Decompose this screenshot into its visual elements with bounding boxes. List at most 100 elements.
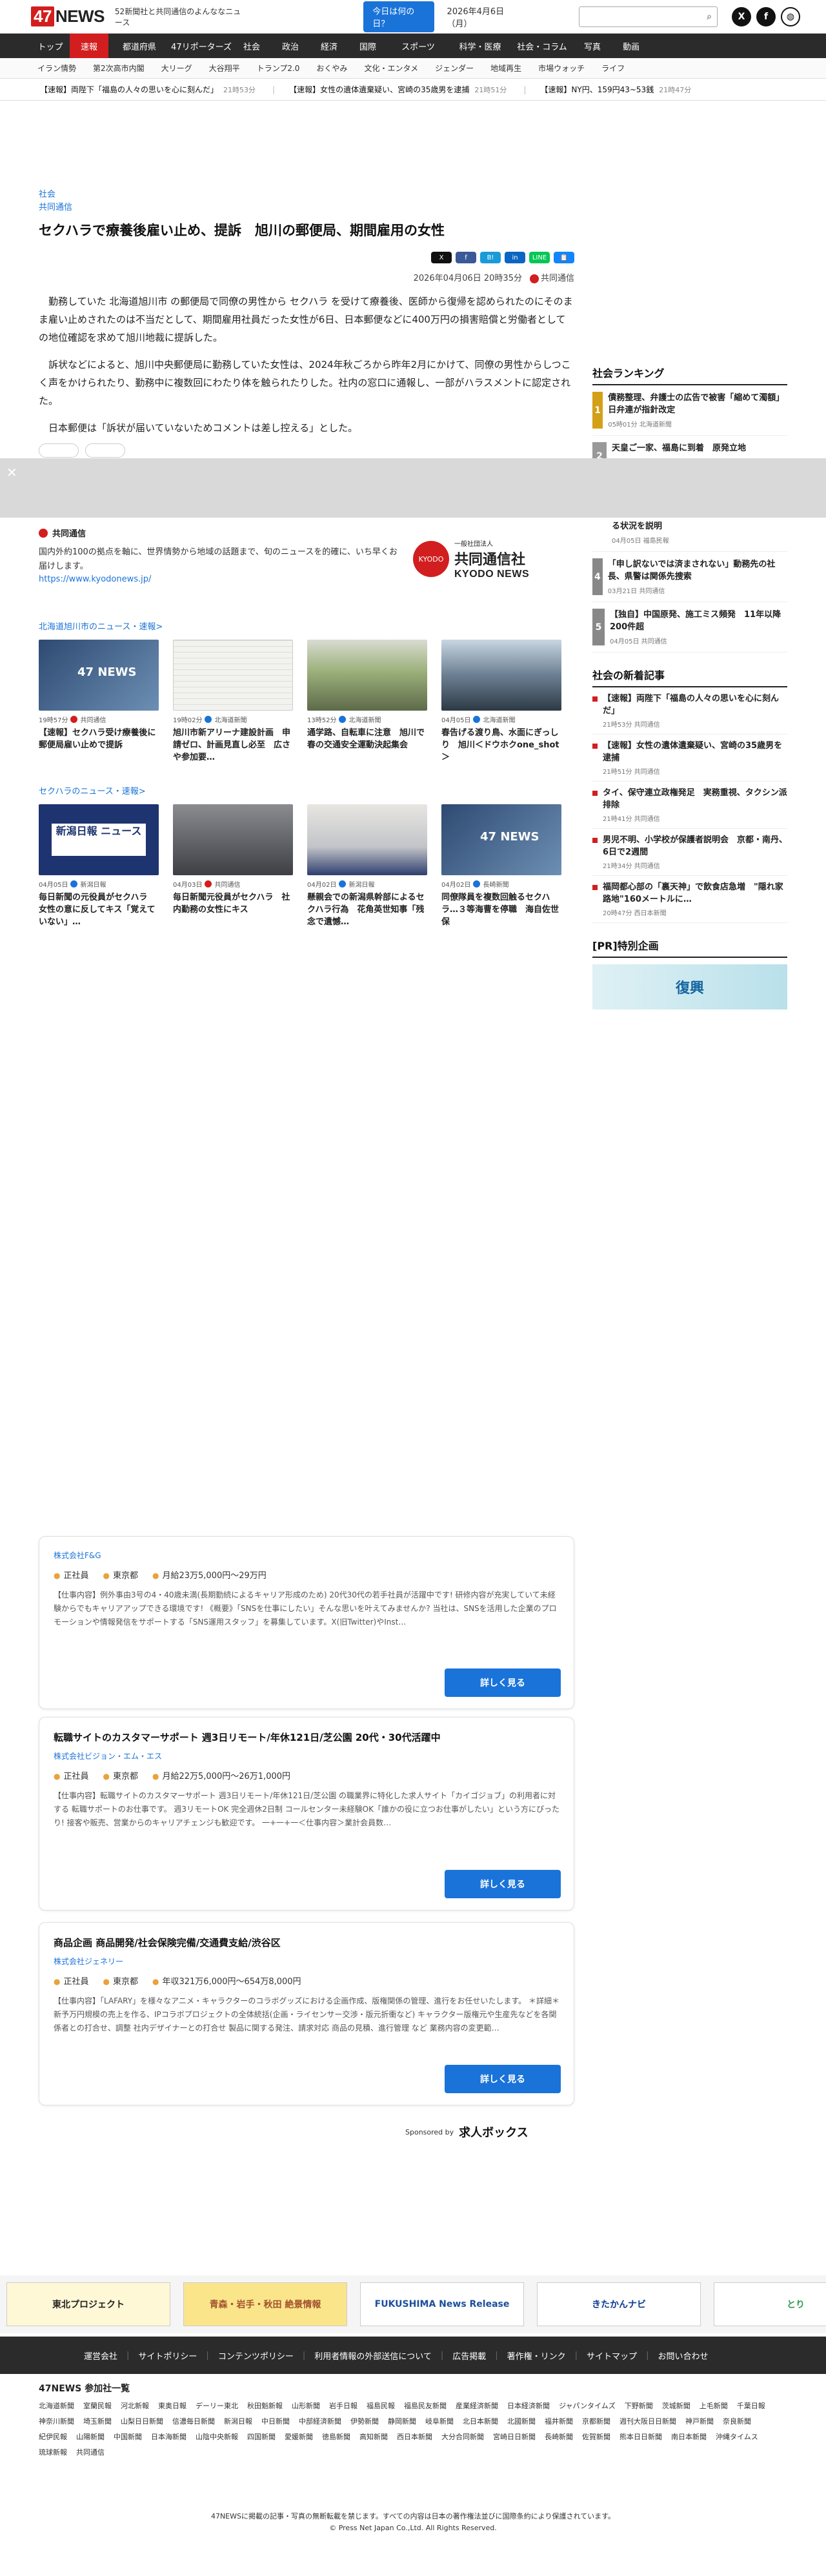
nav-society[interactable]: 社会	[232, 34, 271, 58]
news-card[interactable]: 04月03日 共同通信 毎日新聞元役員がセクハラ 社内勤務の女性にキス	[173, 804, 293, 928]
partner-link[interactable]: 佐賀新聞	[582, 2433, 610, 2441]
subnav-item[interactable]: ライフ	[601, 63, 625, 74]
banner[interactable]: とり	[714, 2282, 826, 2326]
nav-photo[interactable]: 写真	[573, 34, 612, 58]
search-input[interactable]: ⌕	[578, 6, 718, 27]
footer-link[interactable]: 広告掲載	[452, 2349, 486, 2362]
job-details-button[interactable]: 詳しく見る	[445, 2065, 561, 2093]
news-card[interactable]: 47 NEWS 19時57分 共同通信 【速報】セクハラ受け療養後に郵便局雇い止め…	[39, 640, 159, 764]
ranking-title[interactable]: 債務整理、弁護士の広告で被害「縮めて濁額」日弁連が指針改定	[608, 392, 787, 416]
partner-link[interactable]: 千葉日報	[737, 2402, 765, 2410]
card-thumbnail[interactable]: 新潟日報 ニュース	[39, 804, 159, 875]
partner-link[interactable]: 産業経済新聞	[456, 2402, 498, 2410]
ticker-item[interactable]: 【速報】両陛下「福島の人々の思いを心に刻んだ」	[40, 84, 218, 95]
partner-link[interactable]: 日本海新聞	[151, 2433, 186, 2441]
subnav-item[interactable]: おくやみ	[316, 63, 347, 74]
ranking-title[interactable]: 【独自】中国原発、施工ミス頻発 11年以降200件超	[610, 609, 787, 633]
newest-item[interactable]: 【速報】女性の遺体遺棄疑い、宮崎の35歳男を逮捕 21時51分 共同通信	[592, 735, 787, 782]
subnav-item[interactable]: 文化・エンタメ	[364, 63, 418, 74]
ranking-item[interactable]: 4 「申し訳ないでは済まされない」動務先の社長、県警は関係先捜索 03月21日 …	[592, 552, 787, 602]
search-icon[interactable]: ⌕	[707, 12, 712, 22]
partner-link[interactable]: 山陽新聞	[76, 2433, 105, 2441]
newest-item[interactable]: タイ、保守連立政権発足 実務重視、タクシン派排除 21時41分 共同通信	[592, 782, 787, 829]
kyujin-box-logo[interactable]: 求人ボックス	[459, 2124, 528, 2140]
share-linkedin-button[interactable]: in	[505, 252, 525, 263]
nav-economy[interactable]: 経済	[310, 34, 348, 58]
partner-link[interactable]: 中部経済新聞	[299, 2417, 341, 2426]
card-title[interactable]: 【速報】セクハラ受け療養後に郵便局雇い止めで提訴	[39, 727, 159, 764]
job-card[interactable]: 株式会社F&G 正社員 東京都 月給23万5,000円〜29万円 【仕事内容】例外事…	[39, 1536, 574, 1709]
subnav-item[interactable]: 市場ウォッチ	[538, 63, 585, 74]
card-thumbnail[interactable]	[173, 804, 293, 875]
banner[interactable]: 東北プロジェクト	[6, 2282, 170, 2326]
newest-title[interactable]: 男児不明、小学校が保護者説明会 京都・南丹、6日で2週間	[603, 834, 787, 858]
partner-link[interactable]: 徳島新聞	[322, 2433, 350, 2441]
partner-link[interactable]: 琉球新報	[39, 2448, 67, 2457]
newest-title[interactable]: 福岡都心部の「裏天神」で飲食店急増 "隠れ家路地"160メートルに…	[603, 881, 787, 906]
share-copy-button[interactable]: 📋	[554, 252, 574, 263]
newest-title[interactable]: 【速報】女性の遺体遺棄疑い、宮崎の35歳男を逮捕	[603, 740, 787, 764]
nav-sports[interactable]: スポーツ	[387, 34, 449, 58]
tag-pill[interactable]	[39, 443, 79, 458]
job-card[interactable]: 商品企画 商品開発/社会保険完備/交通費支給/渋谷区 株式会社ジェネリー 正社員…	[39, 1922, 574, 2105]
partner-link[interactable]: 南日本新聞	[671, 2433, 707, 2441]
subnav-item[interactable]: 大谷翔平	[209, 63, 240, 74]
site-logo[interactable]: 47 NEWS	[31, 6, 105, 26]
partner-link[interactable]: 中国新聞	[114, 2433, 142, 2441]
article-source[interactable]: 共同通信	[541, 274, 574, 283]
pr-banner[interactable]: 復興	[592, 964, 787, 1009]
newest-title[interactable]: タイ、保守連立政権発足 実務重視、タクシン派排除	[603, 787, 787, 811]
partner-link[interactable]: 下野新聞	[625, 2402, 653, 2410]
partner-link[interactable]: 宮崎日日新聞	[493, 2433, 536, 2441]
banner[interactable]: きたかんナビ	[537, 2282, 701, 2326]
news-card[interactable]: 19時02分 北海道新聞 旭川市新アリーナ建設計画 申請ゼロ、計画見直し必至 広さ…	[173, 640, 293, 764]
source-url-link[interactable]: https://www.kyodonews.jp/	[39, 574, 151, 584]
card-thumbnail[interactable]: 47 NEWS	[39, 640, 159, 711]
job-details-button[interactable]: 詳しく見る	[445, 1668, 561, 1697]
card-thumbnail[interactable]	[173, 640, 293, 711]
job-title[interactable]: 商品企画 商品開発/社会保険完備/交通費支給/渋谷区	[54, 1936, 559, 1949]
partner-link[interactable]: 高知新聞	[359, 2433, 388, 2441]
partner-link[interactable]: ジャパンタイムズ	[559, 2402, 616, 2410]
job-card[interactable]: 転職サイトのカスタマーサポート 週3日リモート/年休121日/芝公園 20代・3…	[39, 1717, 574, 1911]
nav-column[interactable]: 社会・コラム	[511, 34, 573, 58]
partner-link[interactable]: 秋田魁新報	[247, 2402, 283, 2410]
partner-link[interactable]: 信濃毎日新聞	[172, 2417, 215, 2426]
job-details-button[interactable]: 詳しく見る	[445, 1870, 561, 1898]
nav-world[interactable]: 国際	[348, 34, 387, 58]
partner-link[interactable]: 伊勢新聞	[350, 2417, 379, 2426]
ranking-title[interactable]: る状況を説明	[612, 520, 669, 532]
card-title[interactable]: 春告げる渡り鳥、水面にぎっしり 旭川＜ドウホクone_shot＞	[441, 727, 561, 764]
ranking-item[interactable]: 1 債務整理、弁護士の広告で被害「縮めて濁額」日弁連が指針改定 05時01分 北…	[592, 385, 787, 436]
partner-link[interactable]: 山形新聞	[292, 2402, 320, 2410]
partner-link[interactable]: 福島民報	[367, 2402, 395, 2410]
news-card[interactable]: 47 NEWS 04月02日 長崎新聞 同僚隊員を複数回触るセクハラ…３等海曹を停…	[441, 804, 561, 928]
partner-link[interactable]: 神戸新聞	[685, 2417, 714, 2426]
article-source-link[interactable]: 共同通信	[39, 201, 574, 214]
partner-link[interactable]: 河北新報	[121, 2402, 149, 2410]
related-section-link[interactable]: セクハラのニュース・速報>	[39, 787, 146, 796]
newest-item[interactable]: 【速報】両陛下「福島の人々の思いを心に刻んだ」 21時53分 共同通信	[592, 687, 787, 735]
partner-link[interactable]: 週刊大阪日日新聞	[620, 2417, 676, 2426]
card-thumbnail[interactable]	[441, 640, 561, 711]
partner-link[interactable]: 西日本新聞	[397, 2433, 432, 2441]
partner-link[interactable]: 山梨日日新聞	[121, 2417, 163, 2426]
partner-link[interactable]: 茨城新聞	[662, 2402, 690, 2410]
job-title[interactable]: 転職サイトのカスタマーサポート 週3日リモート/年休121日/芝公園 20代・3…	[54, 1730, 559, 1744]
partner-link[interactable]: 岩手日報	[329, 2402, 358, 2410]
partner-link[interactable]: 山陰中央新報	[196, 2433, 238, 2441]
job-company[interactable]: 株式会社F&G	[54, 1550, 559, 1561]
partner-link[interactable]: 日本経済新聞	[507, 2402, 550, 2410]
ranking-title[interactable]: 天皇ご一家、福島に到着 原発立地	[612, 442, 746, 454]
partner-link[interactable]: 神奈川新聞	[39, 2417, 74, 2426]
job-company[interactable]: 株式会社ジェネリー	[54, 1956, 559, 1967]
ranking-item[interactable]: る状況を説明 04月05日 福島民報	[592, 519, 787, 552]
share-x-button[interactable]: X	[431, 252, 452, 263]
card-thumbnail[interactable]: 47 NEWS	[441, 804, 561, 875]
partner-link[interactable]: 京都新聞	[582, 2417, 610, 2426]
share-hatena-button[interactable]: B!	[480, 252, 501, 263]
today-button[interactable]: 今日は何の日？	[363, 1, 434, 32]
subnav-item[interactable]: イラン情勢	[37, 63, 76, 74]
kyodo-news-logo[interactable]: KYODO 一般社団法人 共同通信社 KYODO NEWS	[413, 541, 574, 580]
nav-top[interactable]: トップ	[31, 34, 70, 58]
